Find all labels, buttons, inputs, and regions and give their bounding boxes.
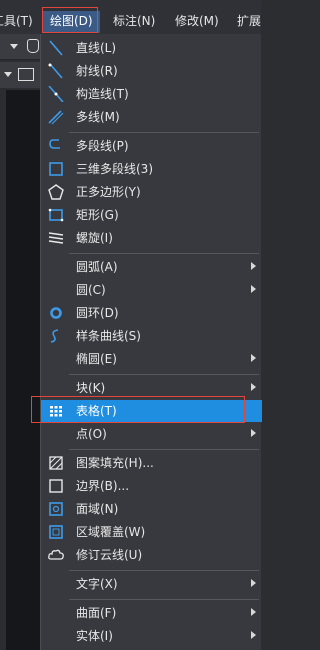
menu-item-ray[interactable]: 射线(R)	[41, 60, 262, 82]
helix-icon	[48, 232, 64, 244]
menu-item-label: 面域(N)	[76, 502, 119, 516]
donut-icon	[50, 307, 62, 319]
pan-hand-icon[interactable]	[27, 39, 39, 53]
drawing-canvas[interactable]	[0, 90, 40, 650]
menu-item-label: 圆弧(A)	[76, 260, 118, 274]
submenu-arrow-icon	[251, 354, 256, 362]
menu-extend[interactable]: 扩展	[237, 11, 261, 31]
construction-line-icon	[48, 86, 64, 102]
menu-item-label: 块(K)	[76, 381, 106, 395]
menu-item-solid[interactable]: 实体(I)	[41, 625, 262, 647]
rectangle-icon	[48, 208, 64, 222]
menu-item-polygon[interactable]: 正多边形(Y)	[41, 181, 262, 203]
menu-item-label: 多线(M)	[76, 110, 120, 124]
menu-item-label: 圆(C)	[76, 283, 106, 297]
menu-item-label: 直线(L)	[76, 41, 117, 55]
submenu-arrow-icon	[251, 579, 256, 587]
menu-separator	[69, 374, 259, 375]
region-icon	[49, 502, 63, 516]
menu-bar: 工具(T) 绘图(D) 标注(N) 修改(M) 扩展	[0, 0, 261, 34]
revcloud-icon	[48, 549, 64, 560]
menu-item-label: 区域覆盖(W)	[76, 525, 146, 539]
draw-dropdown-menu: 直线(L) 射线(R) 构造线(T) 多线(M) 多段线(P) 三维多段线(3)…	[40, 34, 262, 650]
3d-polyline-icon	[49, 162, 63, 176]
menu-item-rectangle[interactable]: 矩形(G)	[41, 204, 262, 226]
menu-separator	[69, 599, 259, 600]
submenu-arrow-icon	[251, 383, 256, 391]
toolbar-row-2	[0, 62, 40, 88]
submenu-arrow-icon	[251, 608, 256, 616]
menu-item-hatch[interactable]: 图案填充(H)...	[41, 452, 262, 474]
menu-dimension[interactable]: 标注(N)	[113, 11, 155, 31]
menu-item-label: 圆环(D)	[76, 306, 119, 320]
menu-item-point[interactable]: 点(O)	[41, 423, 262, 445]
line-icon	[49, 40, 63, 56]
menu-item-region[interactable]: 面域(N)	[41, 498, 262, 520]
menu-item-label: 文字(X)	[76, 577, 118, 591]
menu-item-ellipse[interactable]: 椭圆(E)	[41, 348, 262, 370]
menu-separator	[69, 570, 259, 571]
menu-item-label: 正多边形(Y)	[76, 185, 141, 199]
ray-icon	[48, 63, 63, 79]
wipeout-icon	[49, 525, 63, 539]
menu-item-helix[interactable]: 螺旋(I)	[41, 227, 262, 249]
menu-item-label: 矩形(G)	[76, 208, 119, 222]
canvas-edge	[0, 90, 6, 650]
spline-icon	[50, 329, 59, 343]
boundary-icon	[49, 479, 63, 493]
menu-item-arc[interactable]: 圆弧(A)	[41, 256, 262, 278]
chevron-down-icon[interactable]	[4, 72, 12, 77]
polygon-icon	[48, 184, 64, 200]
menu-item-label: 样条曲线(S)	[76, 329, 141, 343]
menu-item-label: 三维多段线(3)	[76, 162, 153, 176]
menu-separator	[69, 253, 259, 254]
annotation-highlight-box	[31, 396, 245, 423]
menu-item-label: 修订云线(U)	[76, 548, 143, 562]
menu-item-spline[interactable]: 样条曲线(S)	[41, 325, 262, 347]
submenu-arrow-icon	[251, 429, 256, 437]
multiline-icon	[48, 110, 64, 125]
submenu-arrow-icon	[251, 285, 256, 293]
menu-item-revcloud[interactable]: 修订云线(U)	[41, 544, 262, 566]
menu-item-label: 螺旋(I)	[76, 231, 113, 245]
annotation-highlight-box	[42, 7, 98, 33]
menu-separator	[69, 449, 259, 450]
menu-item-construction-line[interactable]: 构造线(T)	[41, 83, 262, 105]
menu-item-donut[interactable]: 圆环(D)	[41, 302, 262, 324]
menu-separator	[69, 132, 259, 133]
menu-item-label: 边界(B)...	[76, 479, 130, 493]
menu-item-wipeout[interactable]: 区域覆盖(W)	[41, 521, 262, 543]
toolbar-row-1	[0, 34, 40, 60]
chevron-down-icon[interactable]	[10, 44, 18, 49]
menu-item-multiline[interactable]: 多线(M)	[41, 106, 262, 128]
menu-item-3d-polyline[interactable]: 三维多段线(3)	[41, 158, 262, 180]
submenu-arrow-icon	[251, 262, 256, 270]
menu-item-label: 椭圆(E)	[76, 352, 117, 366]
menu-item-line[interactable]: 直线(L)	[41, 37, 262, 59]
menu-item-text[interactable]: 文字(X)	[41, 573, 262, 595]
menu-item-label: 曲面(F)	[76, 606, 117, 620]
menu-item-circle[interactable]: 圆(C)	[41, 279, 262, 301]
hatch-icon	[49, 456, 63, 470]
menu-item-surface[interactable]: 曲面(F)	[41, 602, 262, 624]
menu-item-label: 图案填充(H)...	[76, 456, 154, 470]
layer-properties-icon[interactable]	[18, 68, 34, 81]
menu-item-label: 点(O)	[76, 427, 107, 441]
menu-item-label: 多段线(P)	[76, 139, 129, 153]
submenu-arrow-icon	[251, 631, 256, 639]
menu-item-label: 构造线(T)	[76, 87, 129, 101]
menu-modify[interactable]: 修改(M)	[175, 11, 219, 31]
polyline-icon	[49, 139, 60, 149]
menu-item-label: 实体(I)	[76, 629, 113, 643]
menu-item-polyline[interactable]: 多段线(P)	[41, 135, 262, 157]
menu-tools[interactable]: 工具(T)	[0, 11, 33, 31]
menu-item-label: 射线(R)	[76, 64, 118, 78]
menu-item-boundary[interactable]: 边界(B)...	[41, 475, 262, 497]
